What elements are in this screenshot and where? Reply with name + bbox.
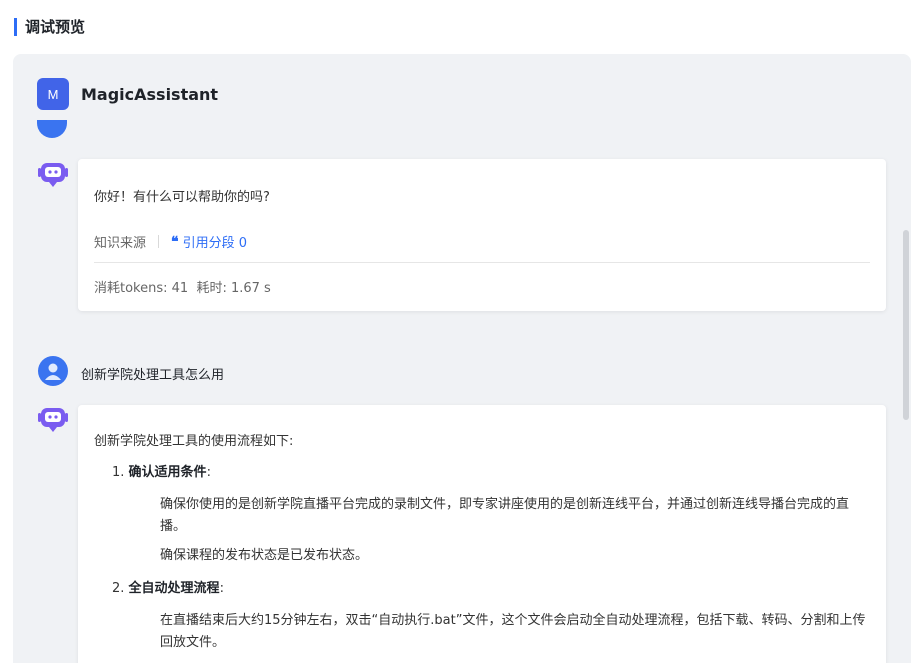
- bot-answer-body: 创新学院处理工具的使用流程如下: 1. 确认适用条件: 确保你使用的是创新学院直…: [94, 431, 870, 661]
- app-avatar: M: [37, 78, 69, 110]
- bot-icon: [38, 163, 68, 187]
- step-heading: 确认适用条件: [128, 465, 207, 480]
- step-number: 1.: [112, 465, 125, 480]
- token-usage: 消耗tokens: 41 耗时: 1.67 s: [94, 281, 271, 296]
- divider-vertical: [158, 235, 160, 248]
- bot-message-text: 你好！有什么可以帮助你的吗?: [94, 190, 270, 205]
- step-item: 确保你使用的是创新学院直播平台完成的录制文件，即专家讲座使用的是创新连线平台，并…: [160, 497, 850, 534]
- step-title: 2. 全自动处理流程:: [94, 578, 870, 600]
- section-title: 调试预览: [14, 18, 85, 36]
- bot-icon: [38, 408, 68, 432]
- knowledge-source-label: 知识来源: [94, 236, 147, 251]
- chat-header: M MagicAssistant: [37, 78, 218, 110]
- step-item: 确保课程的发布状态是已发布状态。: [160, 548, 369, 563]
- answer-intro: 创新学院处理工具的使用流程如下:: [94, 434, 294, 449]
- user-icon: [45, 363, 61, 380]
- bot-message-card: 你好！有什么可以帮助你的吗? 知识来源 ❝ 引用分段 0 消耗tokens: 4…: [78, 159, 886, 311]
- user-message-text: 创新学院处理工具怎么用: [81, 368, 225, 383]
- citation-link[interactable]: 引用分段 0: [183, 232, 247, 251]
- scrollbar-thumb[interactable]: [903, 230, 909, 420]
- debug-preview-panel: M MagicAssistant 你好！有什么可以帮助你的吗? 知识来源 ❝ 引…: [13, 54, 911, 663]
- quote-icon: ❝: [171, 233, 179, 250]
- card-divider: [94, 262, 870, 263]
- step-title: 1. 确认适用条件:: [94, 462, 870, 484]
- user-avatar: [38, 356, 68, 386]
- step-item: 在直播结束后大约15分钟左右，双击“自动执行.bat”文件，这个文件会启动全自动…: [160, 613, 866, 650]
- bot-answer-card: 创新学院处理工具的使用流程如下: 1. 确认适用条件: 确保你使用的是创新学院直…: [78, 405, 886, 663]
- step-colon: :: [219, 581, 224, 596]
- app-name: MagicAssistant: [81, 84, 219, 104]
- user-avatar-partial: [37, 120, 67, 138]
- knowledge-source-row: 知识来源 ❝ 引用分段 0: [94, 232, 247, 252]
- step-colon: :: [206, 465, 211, 480]
- step-number: 2.: [112, 581, 125, 596]
- step-heading: 全自动处理流程: [128, 581, 220, 596]
